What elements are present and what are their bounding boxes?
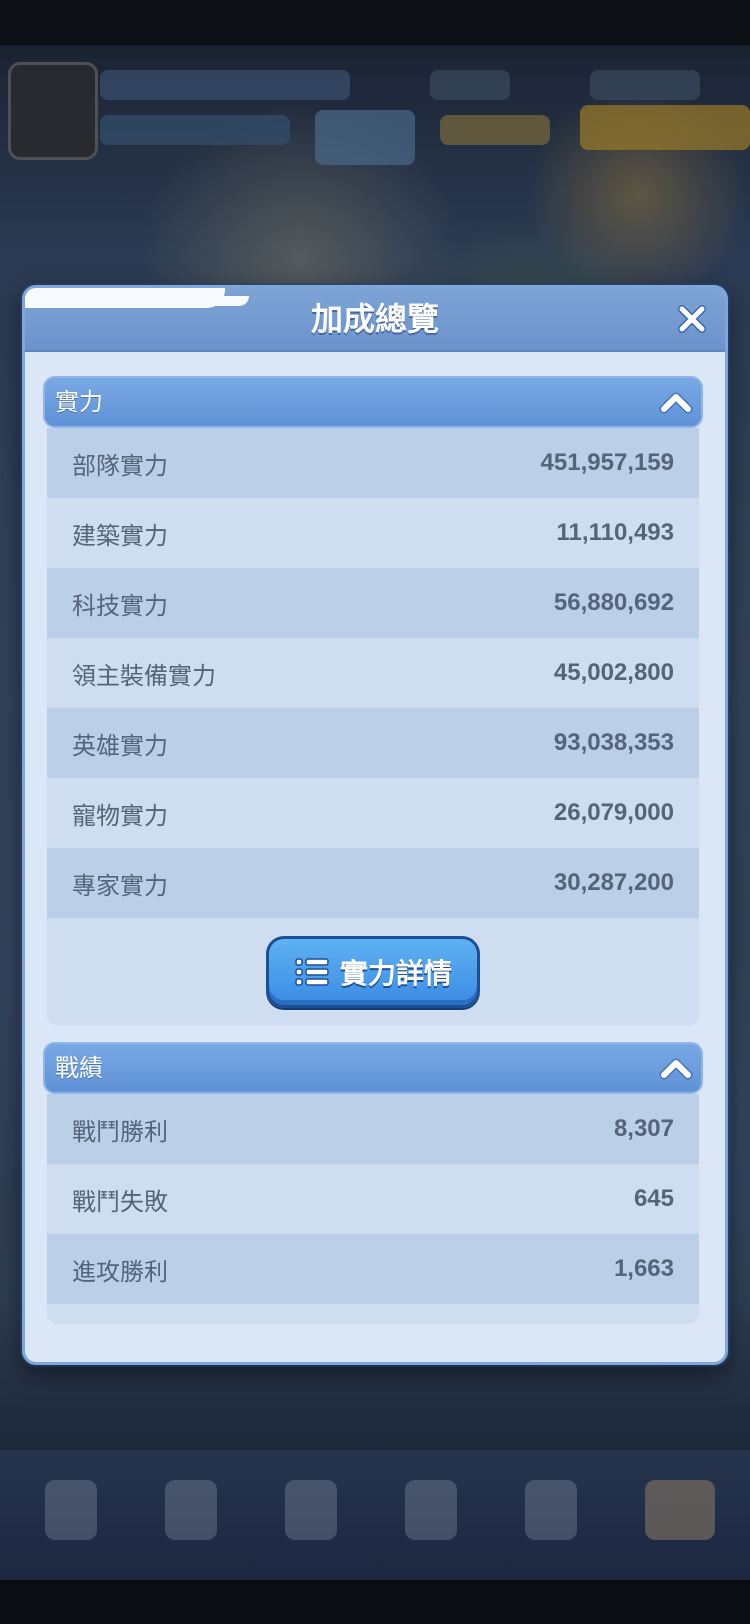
row-label: 英雄實力 [72,731,168,760]
dialog-header: 加成總覽 [25,288,725,352]
background-chip [315,110,415,165]
row-value: 45,002,800 [553,659,674,686]
power-section-header[interactable]: 實力 [43,376,703,428]
list-item: 科技實力 56,880,692 [47,568,699,638]
row-label: 戰鬥勝利 [72,1117,168,1146]
background-nav-icon [285,1480,337,1540]
background-chip [580,105,750,150]
chevron-up-icon[interactable] [659,1054,693,1082]
status-bar [0,0,750,45]
background-nav-icon [645,1480,715,1540]
battle-record-section-header[interactable]: 戰績 [43,1042,703,1094]
dialog-title: 加成總覽 [310,300,439,338]
power-section: 實力 部隊實力 451,957,159 建築實力 11,110,493 科技實力 [43,376,703,1026]
background-nav-icon [405,1480,457,1540]
row-value: 1,663 [613,1255,674,1282]
button-area: 實力詳情 [47,918,699,1026]
row-label: 領主裝備實力 [72,661,216,690]
power-details-label: 實力詳情 [339,957,452,990]
row-value: 451,957,159 [540,449,674,476]
row-label: 科技實力 [72,591,168,620]
row-value: 8,307 [613,1115,674,1142]
section-title: 實力 [55,388,103,416]
background-avatar [8,62,98,160]
background-nav-icon [165,1480,217,1540]
list-item: 專家實力 30,287,200 [47,848,699,918]
row-label: 建築實力 [72,521,168,550]
list-item [47,1304,699,1324]
list-item: 進攻勝利 1,663 [47,1234,699,1304]
battle-record-section-body: 戰鬥勝利 8,307 戰鬥失敗 645 進攻勝利 1,663 [47,1094,699,1324]
power-section-body: 部隊實力 451,957,159 建築實力 11,110,493 科技實力 56… [47,428,699,1026]
section-title: 戰績 [55,1054,103,1082]
row-label: 戰鬥失敗 [72,1187,168,1216]
list-item: 領主裝備實力 45,002,800 [47,638,699,708]
row-value: 645 [633,1185,674,1212]
list-item: 部隊實力 451,957,159 [47,428,699,498]
row-label: 專家實力 [72,871,168,900]
list-item: 寵物實力 26,079,000 [47,778,699,848]
bonus-overview-dialog: 加成總覽 實力 部隊實力 451,957,159 建築實力 11,110,493… [22,285,728,1365]
row-value: 11,110,493 [556,519,674,546]
list-item: 戰鬥失敗 645 [47,1164,699,1234]
chevron-up-icon[interactable] [659,388,693,416]
close-button[interactable] [673,300,711,338]
list-item: 戰鬥勝利 8,307 [47,1094,699,1164]
background-nav-icon [525,1480,577,1540]
background-chip [100,70,350,100]
row-label: 部隊實力 [72,451,168,480]
background-chip [430,70,510,100]
battle-record-section: 戰績 戰鬥勝利 8,307 戰鬥失敗 645 進攻勝利 1,663 [43,1042,703,1324]
bottom-bar [0,1580,750,1624]
row-label: 進攻勝利 [72,1257,168,1286]
row-value: 30,287,200 [553,869,674,896]
background-navbar [0,1450,750,1580]
background-chip [590,70,700,100]
background-chip [100,115,290,145]
row-value: 56,880,692 [553,589,674,616]
background-chip [440,115,550,145]
close-icon [678,305,706,333]
list-item: 英雄實力 93,038,353 [47,708,699,778]
row-value: 26,079,000 [553,799,674,826]
background-nav-icon [45,1480,97,1540]
dialog-content: 實力 部隊實力 451,957,159 建築實力 11,110,493 科技實力 [43,376,703,1340]
power-details-button[interactable]: 實力詳情 [266,936,480,1008]
list-icon [295,958,329,986]
row-label: 寵物實力 [72,801,168,830]
list-item: 建築實力 11,110,493 [47,498,699,568]
row-value: 93,038,353 [553,729,674,756]
